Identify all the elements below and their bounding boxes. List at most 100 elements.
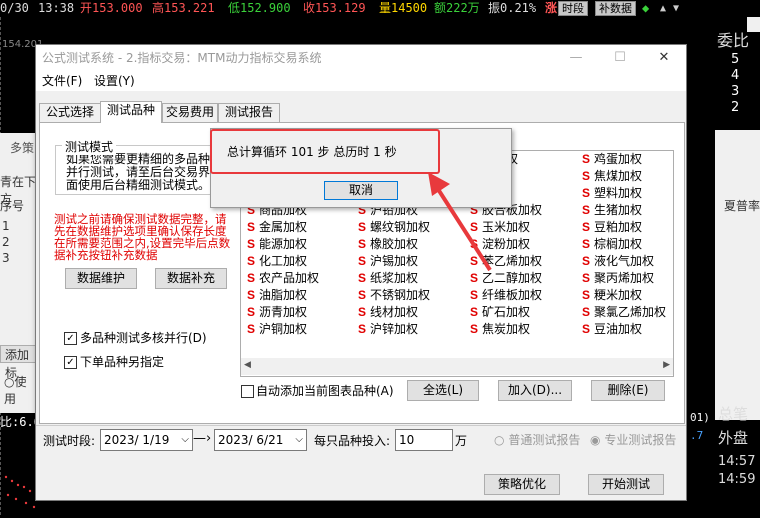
maximize-icon[interactable]: ☐ bbox=[598, 45, 642, 71]
data-maintain-button[interactable]: 数据维护 bbox=[65, 268, 137, 289]
quote-high: 高153.221 bbox=[152, 1, 215, 15]
close-icon[interactable]: ✕ bbox=[642, 45, 686, 71]
symbol-type-marker: S bbox=[582, 186, 591, 200]
symbol-name: 沪锡加权 bbox=[370, 254, 419, 268]
time-segment-button[interactable]: 时段 bbox=[558, 1, 588, 16]
symbol-item[interactable]: S 聚丙烯加权 bbox=[582, 270, 654, 287]
invest-input[interactable]: 10 bbox=[395, 429, 453, 451]
quote-open: 开153.000 bbox=[80, 1, 143, 15]
symbol-item[interactable]: S 沪铜加权 bbox=[247, 321, 307, 338]
tab-test-symbols[interactable]: 测试品种 bbox=[100, 101, 162, 123]
horizontal-scrollbar[interactable]: ◀ ▶ bbox=[241, 358, 673, 375]
data-supplement-button[interactable]: 数据补充 bbox=[155, 268, 227, 289]
symbol-item[interactable]: S 豆油加权 bbox=[582, 321, 642, 338]
highlight-box bbox=[210, 129, 440, 174]
symbol-type-marker: S bbox=[358, 322, 367, 336]
code-fragment-1: 01) bbox=[690, 411, 710, 424]
auto-add-checkbox[interactable] bbox=[241, 385, 254, 398]
formula-test-dialog: 公式测试系统 - 2.指标交易：MTM动力指标交易系统 — ☐ ✕ 文件(F) … bbox=[35, 44, 687, 501]
tab-trade-fees[interactable]: 交易费用 bbox=[162, 103, 218, 122]
symbol-name: 棕榈加权 bbox=[594, 237, 643, 251]
symbol-item[interactable]: S 沪锡加权 bbox=[358, 253, 418, 270]
symbol-item[interactable]: S 纸浆加权 bbox=[358, 270, 418, 287]
symbol-item[interactable]: S 油脂加权 bbox=[247, 287, 307, 304]
symbol-item[interactable]: S 橡胶加权 bbox=[358, 236, 418, 253]
symbol-item[interactable]: S 沪锌加权 bbox=[358, 321, 418, 338]
quote-close: 收153.129 bbox=[303, 1, 366, 15]
quote-volume: 量14500 bbox=[379, 1, 428, 15]
tick-time-2: 14:59 bbox=[718, 472, 756, 487]
col-no-header: 序号 bbox=[0, 199, 25, 213]
radio-empty-icon: ○ bbox=[494, 433, 505, 447]
chevron-down-icon[interactable]: ⌵ bbox=[181, 430, 189, 450]
symbol-item[interactable]: S 沥青加权 bbox=[247, 304, 307, 321]
scroll-left-icon[interactable]: ◀ bbox=[244, 360, 251, 370]
delete-symbol-button[interactable]: 删除(E) bbox=[591, 380, 665, 401]
symbol-name: 沥青加权 bbox=[259, 305, 308, 319]
symbol-name: 聚氯乙烯加权 bbox=[594, 305, 667, 319]
add-symbol-button[interactable]: 加入(D)... bbox=[498, 380, 572, 401]
add-strategy-button[interactable]: 添加标 bbox=[0, 345, 36, 380]
menu-file[interactable]: 文件(F) bbox=[42, 71, 82, 91]
level-4: 4 bbox=[731, 68, 740, 83]
row-1[interactable]: 1 bbox=[2, 219, 10, 233]
symbol-item[interactable]: S 粳米加权 bbox=[582, 287, 642, 304]
radio-normal-label: 普通测试报告 bbox=[508, 433, 581, 447]
symbol-item[interactable]: S 能源加权 bbox=[247, 236, 307, 253]
tab-formula-select[interactable]: 公式选择 bbox=[39, 103, 101, 122]
symbol-item[interactable]: S 农产品加权 bbox=[247, 270, 319, 287]
date-from-picker[interactable]: 2023/ 1/19 ⌵ bbox=[100, 429, 193, 451]
symbol-item[interactable]: S 线材加权 bbox=[358, 304, 418, 321]
multicore-checkbox[interactable]: ✓ bbox=[64, 332, 77, 345]
cancel-button[interactable]: 取消 bbox=[324, 181, 398, 200]
chevron-down-icon[interactable]: ⌵ bbox=[295, 430, 303, 450]
symbol-name: 沪铜加权 bbox=[259, 322, 308, 336]
test-mode-desc-3: 面使用后台精细测试模式。 bbox=[66, 178, 211, 192]
arrow-down-icon[interactable]: ▼ bbox=[673, 0, 679, 17]
arrow-shaft bbox=[434, 184, 492, 272]
symbol-type-marker: S bbox=[582, 203, 591, 217]
symbol-type-marker: S bbox=[582, 305, 591, 319]
data-warning-text: 测试之前请确保测试数据完整，请先在数据维护选项里确认保存长度在所需要范围之内,设… bbox=[54, 212, 231, 262]
row-2[interactable]: 2 bbox=[2, 235, 10, 249]
symbol-type-marker: S bbox=[582, 322, 591, 336]
symbol-item[interactable]: S 聚氯乙烯加权 bbox=[582, 304, 666, 321]
row-3[interactable]: 3 bbox=[2, 251, 10, 265]
single-symbol-checkbox[interactable]: ✓ bbox=[64, 356, 77, 369]
tab-test-report[interactable]: 测试报告 bbox=[218, 103, 280, 122]
bid-ratio-label: 委比 bbox=[717, 31, 750, 50]
select-all-button[interactable]: 全选(L) bbox=[407, 380, 479, 401]
symbol-name: 油脂加权 bbox=[259, 288, 308, 302]
symbol-item[interactable]: S 金属加权 bbox=[247, 219, 307, 236]
patch-data-button[interactable]: 补数据 bbox=[595, 1, 636, 16]
arrow-up-icon[interactable]: ▲ bbox=[660, 0, 666, 17]
symbol-item[interactable]: S 矿石加权 bbox=[470, 304, 530, 321]
diamond-icon: ◆ bbox=[642, 1, 650, 15]
symbol-item[interactable]: S 纤维板加权 bbox=[470, 287, 542, 304]
symbol-type-marker: S bbox=[247, 220, 256, 234]
symbol-type-marker: S bbox=[582, 288, 591, 302]
symbol-item[interactable]: S 焦煤加权 bbox=[582, 168, 642, 185]
radio-pro-report[interactable]: ◉ 专业测试报告 bbox=[590, 431, 676, 448]
symbol-item[interactable]: S 焦炭加权 bbox=[470, 321, 530, 338]
symbol-item[interactable]: S 不锈钢加权 bbox=[358, 287, 430, 304]
symbol-name: 聚丙烯加权 bbox=[594, 271, 655, 285]
symbol-item[interactable]: S 生猪加权 bbox=[582, 202, 642, 219]
symbol-item[interactable]: S 液化气加权 bbox=[582, 253, 654, 270]
symbol-name: 塑料加权 bbox=[594, 186, 643, 200]
period-label: 测试时段: bbox=[43, 434, 96, 448]
radio-normal-report[interactable]: ○ 普通测试报告 bbox=[494, 431, 580, 448]
symbol-item[interactable]: S 塑料加权 bbox=[582, 185, 642, 202]
ratio-fragment: 比:6.6 bbox=[0, 415, 41, 429]
symbol-item[interactable]: S 鸡蛋加权 bbox=[582, 151, 642, 168]
menu-settings[interactable]: 设置(Y) bbox=[94, 71, 135, 91]
start-test-button[interactable]: 开始测试 bbox=[588, 474, 664, 495]
use-option[interactable]: ○使用 bbox=[4, 373, 36, 407]
symbol-item[interactable]: S 棕榈加权 bbox=[582, 236, 642, 253]
symbol-item[interactable]: S 豆粕加权 bbox=[582, 219, 642, 236]
strategy-optimize-button[interactable]: 策略优化 bbox=[484, 474, 560, 495]
minimize-icon[interactable]: — bbox=[554, 45, 598, 71]
date-to-picker[interactable]: 2023/ 6/21 ⌵ bbox=[214, 429, 307, 451]
scroll-right-icon[interactable]: ▶ bbox=[663, 360, 670, 370]
symbol-item[interactable]: S 化工加权 bbox=[247, 253, 307, 270]
